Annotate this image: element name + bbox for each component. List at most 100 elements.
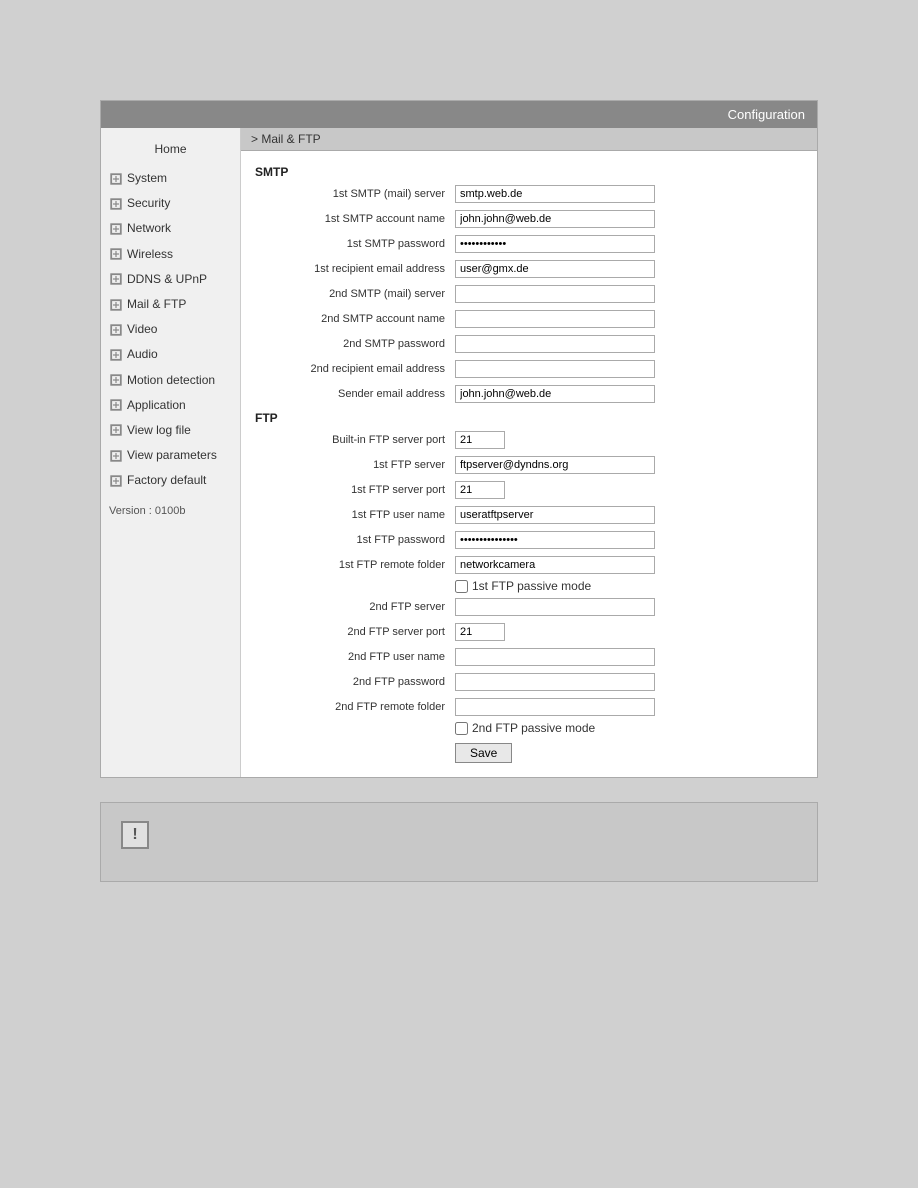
sidebar-item-parameters[interactable]: View parameters	[101, 443, 240, 468]
sidebar-label-security: Security	[127, 194, 170, 213]
sidebar-item-ddns[interactable]: DDNS & UPnP	[101, 267, 240, 292]
sidebar-label-network: Network	[127, 219, 171, 238]
smtp-sender-label: Sender email address	[255, 388, 455, 400]
ftp1-port-row: 1st FTP server port	[255, 479, 803, 501]
ftp-section-title: FTP	[255, 411, 803, 425]
expand-icon	[109, 247, 123, 261]
sidebar: Home System Security	[101, 128, 241, 777]
ftp2-passive-checkbox[interactable]	[455, 722, 468, 735]
ftp2-folder-label: 2nd FTP remote folder	[255, 701, 455, 713]
sidebar-label-video: Video	[127, 320, 157, 339]
smtp2-server-label: 2nd SMTP (mail) server	[255, 288, 455, 300]
smtp2-password-input[interactable]	[455, 335, 655, 353]
smtp1-server-label: 1st SMTP (mail) server	[255, 188, 455, 200]
ftp2-user-input[interactable]	[455, 648, 655, 666]
expand-icon	[109, 373, 123, 387]
sidebar-item-application[interactable]: Application	[101, 393, 240, 418]
smtp1-server-row: 1st SMTP (mail) server	[255, 183, 803, 205]
sidebar-item-security[interactable]: Security	[101, 191, 240, 216]
ftp1-passive-label: 1st FTP passive mode	[472, 579, 591, 593]
smtp1-recipient-label: 1st recipient email address	[255, 263, 455, 275]
smtp2-password-label: 2nd SMTP password	[255, 338, 455, 350]
sidebar-item-home[interactable]: Home	[101, 136, 240, 166]
sidebar-label-wireless: Wireless	[127, 245, 173, 264]
smtp2-server-input[interactable]	[455, 285, 655, 303]
smtp1-account-row: 1st SMTP account name	[255, 208, 803, 230]
sidebar-item-factory[interactable]: Factory default	[101, 468, 240, 493]
smtp-sender-input[interactable]	[455, 385, 655, 403]
sidebar-item-mailftp[interactable]: Mail & FTP	[101, 292, 240, 317]
ftp1-password-input[interactable]	[455, 531, 655, 549]
smtp1-server-input[interactable]	[455, 185, 655, 203]
ftp1-password-row: 1st FTP password	[255, 529, 803, 551]
ftp1-user-input[interactable]	[455, 506, 655, 524]
sidebar-label-system: System	[127, 169, 167, 188]
ftp-builtin-port-input[interactable]	[455, 431, 505, 449]
smtp-sender-row: Sender email address	[255, 383, 803, 405]
ftp1-folder-row: 1st FTP remote folder	[255, 554, 803, 576]
ftp2-port-row: 2nd FTP server port	[255, 621, 803, 643]
smtp1-recipient-row: 1st recipient email address	[255, 258, 803, 280]
sidebar-item-wireless[interactable]: Wireless	[101, 242, 240, 267]
sidebar-item-audio[interactable]: Audio	[101, 342, 240, 367]
save-button[interactable]: Save	[455, 743, 512, 763]
sidebar-label-application: Application	[127, 396, 186, 415]
expand-icon	[109, 197, 123, 211]
expand-icon	[109, 449, 123, 463]
sidebar-item-motion[interactable]: Motion detection	[101, 368, 240, 393]
ftp1-passive-checkbox[interactable]	[455, 580, 468, 593]
ftp1-folder-label: 1st FTP remote folder	[255, 559, 455, 571]
expand-icon	[109, 423, 123, 437]
ftp2-folder-row: 2nd FTP remote folder	[255, 696, 803, 718]
sidebar-label-motion: Motion detection	[127, 371, 215, 390]
ftp1-port-label: 1st FTP server port	[255, 484, 455, 496]
ftp2-port-input[interactable]	[455, 623, 505, 641]
smtp-section-title: SMTP	[255, 165, 803, 179]
smtp1-password-input[interactable]	[455, 235, 655, 253]
smtp2-server-row: 2nd SMTP (mail) server	[255, 283, 803, 305]
main-content: > Mail & FTP SMTP 1st SMTP (mail) server…	[241, 128, 817, 777]
smtp2-account-row: 2nd SMTP account name	[255, 308, 803, 330]
smtp2-account-input[interactable]	[455, 310, 655, 328]
ftp2-password-label: 2nd FTP password	[255, 676, 455, 688]
expand-icon	[109, 272, 123, 286]
sidebar-item-network[interactable]: Network	[101, 216, 240, 241]
smtp1-recipient-input[interactable]	[455, 260, 655, 278]
config-title: Configuration	[728, 107, 805, 122]
version-label: Version : 0100b	[101, 493, 240, 529]
smtp1-password-label: 1st SMTP password	[255, 238, 455, 250]
smtp2-password-row: 2nd SMTP password	[255, 333, 803, 355]
ftp1-folder-input[interactable]	[455, 556, 655, 574]
ftp2-passive-label: 2nd FTP passive mode	[472, 721, 595, 735]
sidebar-label-logfile: View log file	[127, 421, 191, 440]
sidebar-label-parameters: View parameters	[127, 446, 217, 465]
expand-icon	[109, 172, 123, 186]
ftp-builtin-port-label: Built-in FTP server port	[255, 434, 455, 446]
smtp1-account-label: 1st SMTP account name	[255, 213, 455, 225]
smtp2-recipient-input[interactable]	[455, 360, 655, 378]
sidebar-label-mailftp: Mail & FTP	[127, 295, 186, 314]
ftp2-folder-input[interactable]	[455, 698, 655, 716]
ftp2-user-label: 2nd FTP user name	[255, 651, 455, 663]
ftp2-server-row: 2nd FTP server	[255, 596, 803, 618]
sidebar-item-video[interactable]: Video	[101, 317, 240, 342]
smtp1-password-row: 1st SMTP password	[255, 233, 803, 255]
warning-icon: !	[121, 821, 149, 849]
sidebar-item-system[interactable]: System	[101, 166, 240, 191]
ftp1-server-label: 1st FTP server	[255, 459, 455, 471]
ftp2-server-input[interactable]	[455, 598, 655, 616]
ftp2-password-row: 2nd FTP password	[255, 671, 803, 693]
expand-icon	[109, 398, 123, 412]
ftp1-port-input[interactable]	[455, 481, 505, 499]
ftp1-server-row: 1st FTP server	[255, 454, 803, 476]
ftp1-user-row: 1st FTP user name	[255, 504, 803, 526]
smtp1-account-input[interactable]	[455, 210, 655, 228]
expand-icon	[109, 298, 123, 312]
ftp2-password-input[interactable]	[455, 673, 655, 691]
ftp2-passive-row: 2nd FTP passive mode	[455, 721, 803, 735]
ftp1-server-input[interactable]	[455, 456, 655, 474]
sidebar-item-logfile[interactable]: View log file	[101, 418, 240, 443]
smtp2-recipient-row: 2nd recipient email address	[255, 358, 803, 380]
expand-icon	[109, 348, 123, 362]
sidebar-label-audio: Audio	[127, 345, 158, 364]
